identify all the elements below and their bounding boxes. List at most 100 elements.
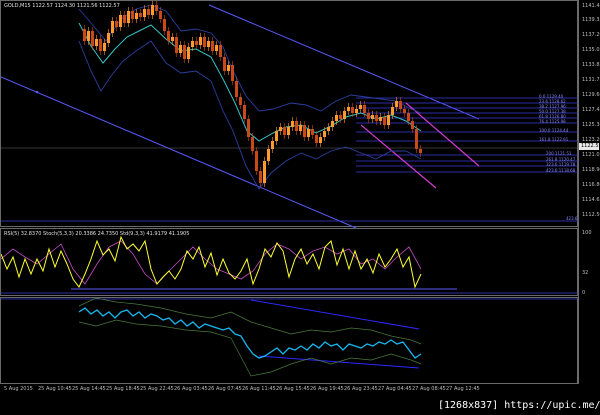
channel-anchor-point[interactable]: [35, 90, 39, 94]
candle-body[interactable]: [83, 29, 86, 41]
candle-body[interactable]: [207, 41, 210, 47]
candle-body[interactable]: [299, 125, 302, 131]
candle-body[interactable]: [291, 121, 294, 127]
candle-body[interactable]: [255, 151, 258, 171]
candle-body[interactable]: [411, 121, 414, 129]
candle-body[interactable]: [183, 45, 186, 59]
candle-body[interactable]: [239, 97, 242, 105]
candle-body[interactable]: [315, 135, 318, 143]
candle-body[interactable]: [391, 107, 394, 115]
candle-body[interactable]: [407, 113, 410, 121]
candle-body[interactable]: [335, 115, 338, 121]
candle-body[interactable]: [147, 9, 150, 15]
candle-body[interactable]: [263, 161, 266, 183]
candle-body[interactable]: [287, 127, 290, 135]
candle-body[interactable]: [235, 81, 238, 97]
candle-body[interactable]: [343, 111, 346, 119]
candle-body[interactable]: [223, 57, 226, 71]
candle-body[interactable]: [383, 117, 386, 125]
candle-body[interactable]: [187, 47, 190, 59]
candlestick-series[interactable]: [83, 1, 422, 187]
candle-body[interactable]: [215, 45, 218, 51]
candle-body[interactable]: [279, 127, 282, 131]
candle-body[interactable]: [219, 45, 222, 57]
time-axis[interactable]: 5 Aug 2015 25 Aug 10:45 25 Aug 14:45 25 Aug…: [0, 384, 578, 396]
price-pane[interactable]: GOLD,M15 1122.57 1124.30 1121.56 1122.57…: [0, 0, 579, 228]
osc-trend-line-lower[interactable]: [258, 355, 420, 369]
candle-body[interactable]: [91, 31, 94, 46]
candle-body[interactable]: [163, 19, 166, 31]
candle-body[interactable]: [175, 37, 178, 53]
candle-body[interactable]: [87, 31, 90, 41]
candle-body[interactable]: [127, 11, 130, 23]
candle-body[interactable]: [375, 115, 378, 121]
candle-body[interactable]: [259, 171, 262, 183]
chart-window[interactable]: GOLD,M15 1122.57 1124.30 1121.56 1122.57…: [0, 0, 600, 415]
candle-body[interactable]: [363, 105, 366, 113]
trend-line-pink-lower[interactable]: [360, 124, 437, 189]
candle-body[interactable]: [107, 33, 110, 43]
candle-body[interactable]: [331, 121, 334, 127]
candle-body[interactable]: [179, 45, 182, 53]
candle-body[interactable]: [115, 21, 118, 27]
candle-body[interactable]: [379, 117, 382, 121]
candle-body[interactable]: [311, 129, 314, 135]
candle-body[interactable]: [351, 107, 354, 113]
candle-body[interactable]: [143, 9, 146, 17]
candle-body[interactable]: [295, 121, 298, 131]
candle-body[interactable]: [159, 11, 162, 19]
candle-body[interactable]: [119, 15, 122, 27]
candle-body[interactable]: [339, 115, 342, 119]
candle-body[interactable]: [283, 127, 286, 135]
candle-body[interactable]: [195, 41, 198, 45]
candle-body[interactable]: [227, 65, 230, 71]
candle-body[interactable]: [271, 141, 274, 149]
candle-body[interactable]: [95, 39, 98, 46]
oscillator-pane[interactable]: [0, 297, 579, 384]
candle-body[interactable]: [251, 137, 254, 151]
candle-body[interactable]: [131, 11, 134, 19]
candle-body[interactable]: [307, 129, 310, 137]
channel-upper-line[interactable]: [208, 4, 480, 120]
candle-body[interactable]: [247, 119, 250, 137]
candle-body[interactable]: [303, 125, 306, 137]
candle-body[interactable]: [319, 137, 322, 143]
rsi-stoch-pane[interactable]: RSI(5) 32.8370 Stoch(5,3,3) 20.3386 24.7…: [0, 228, 579, 296]
candle-body[interactable]: [327, 127, 330, 131]
candle-body[interactable]: [347, 107, 350, 111]
candle-body[interactable]: [359, 105, 362, 109]
candle-body[interactable]: [155, 5, 158, 11]
candle-body[interactable]: [99, 39, 102, 51]
candle-body[interactable]: [399, 101, 402, 109]
candle-body[interactable]: [231, 65, 234, 81]
candle-body[interactable]: [275, 131, 278, 141]
channel-lower-line[interactable]: [1, 76, 357, 228]
candle-body[interactable]: [371, 115, 374, 119]
candle-body[interactable]: [123, 15, 126, 23]
candle-body[interactable]: [111, 21, 114, 33]
candle-body[interactable]: [203, 37, 206, 47]
candle-body[interactable]: [191, 41, 194, 47]
candle-body[interactable]: [151, 5, 154, 15]
candle-body[interactable]: [243, 105, 246, 119]
chart-title: GOLD,M15 1122.57 1124.30 1121.56 1122.57: [4, 3, 120, 9]
candle-body[interactable]: [403, 109, 406, 113]
candle-body[interactable]: [387, 115, 390, 125]
candle-body[interactable]: [367, 113, 370, 119]
candle-body[interactable]: [267, 149, 270, 161]
candle-body[interactable]: [211, 41, 214, 51]
candle-body[interactable]: [135, 13, 138, 19]
price-axis[interactable]: 1141.45 1139.35 1137.20 1135.05 1133.85 1131.…: [578, 0, 600, 384]
osc-trend-line-upper[interactable]: [250, 299, 420, 330]
candle-body[interactable]: [171, 37, 174, 41]
candle-body[interactable]: [167, 31, 170, 41]
candle-body[interactable]: [139, 13, 142, 17]
candle-body[interactable]: [355, 109, 358, 113]
candle-body[interactable]: [103, 43, 106, 51]
price-scale-label: 1112.50: [582, 212, 600, 218]
candle-body[interactable]: [415, 129, 418, 149]
candle-body[interactable]: [395, 101, 398, 107]
candle-body[interactable]: [323, 131, 326, 137]
candle-body[interactable]: [199, 37, 202, 45]
candle-body[interactable]: [419, 149, 422, 153]
